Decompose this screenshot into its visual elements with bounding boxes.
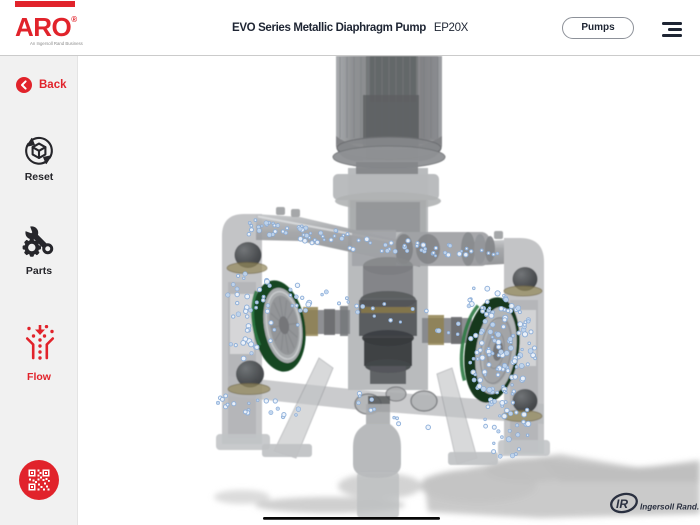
svg-text:Ingersoll Rand.: Ingersoll Rand. [640,503,699,512]
svg-text:IR: IR [616,497,628,511]
